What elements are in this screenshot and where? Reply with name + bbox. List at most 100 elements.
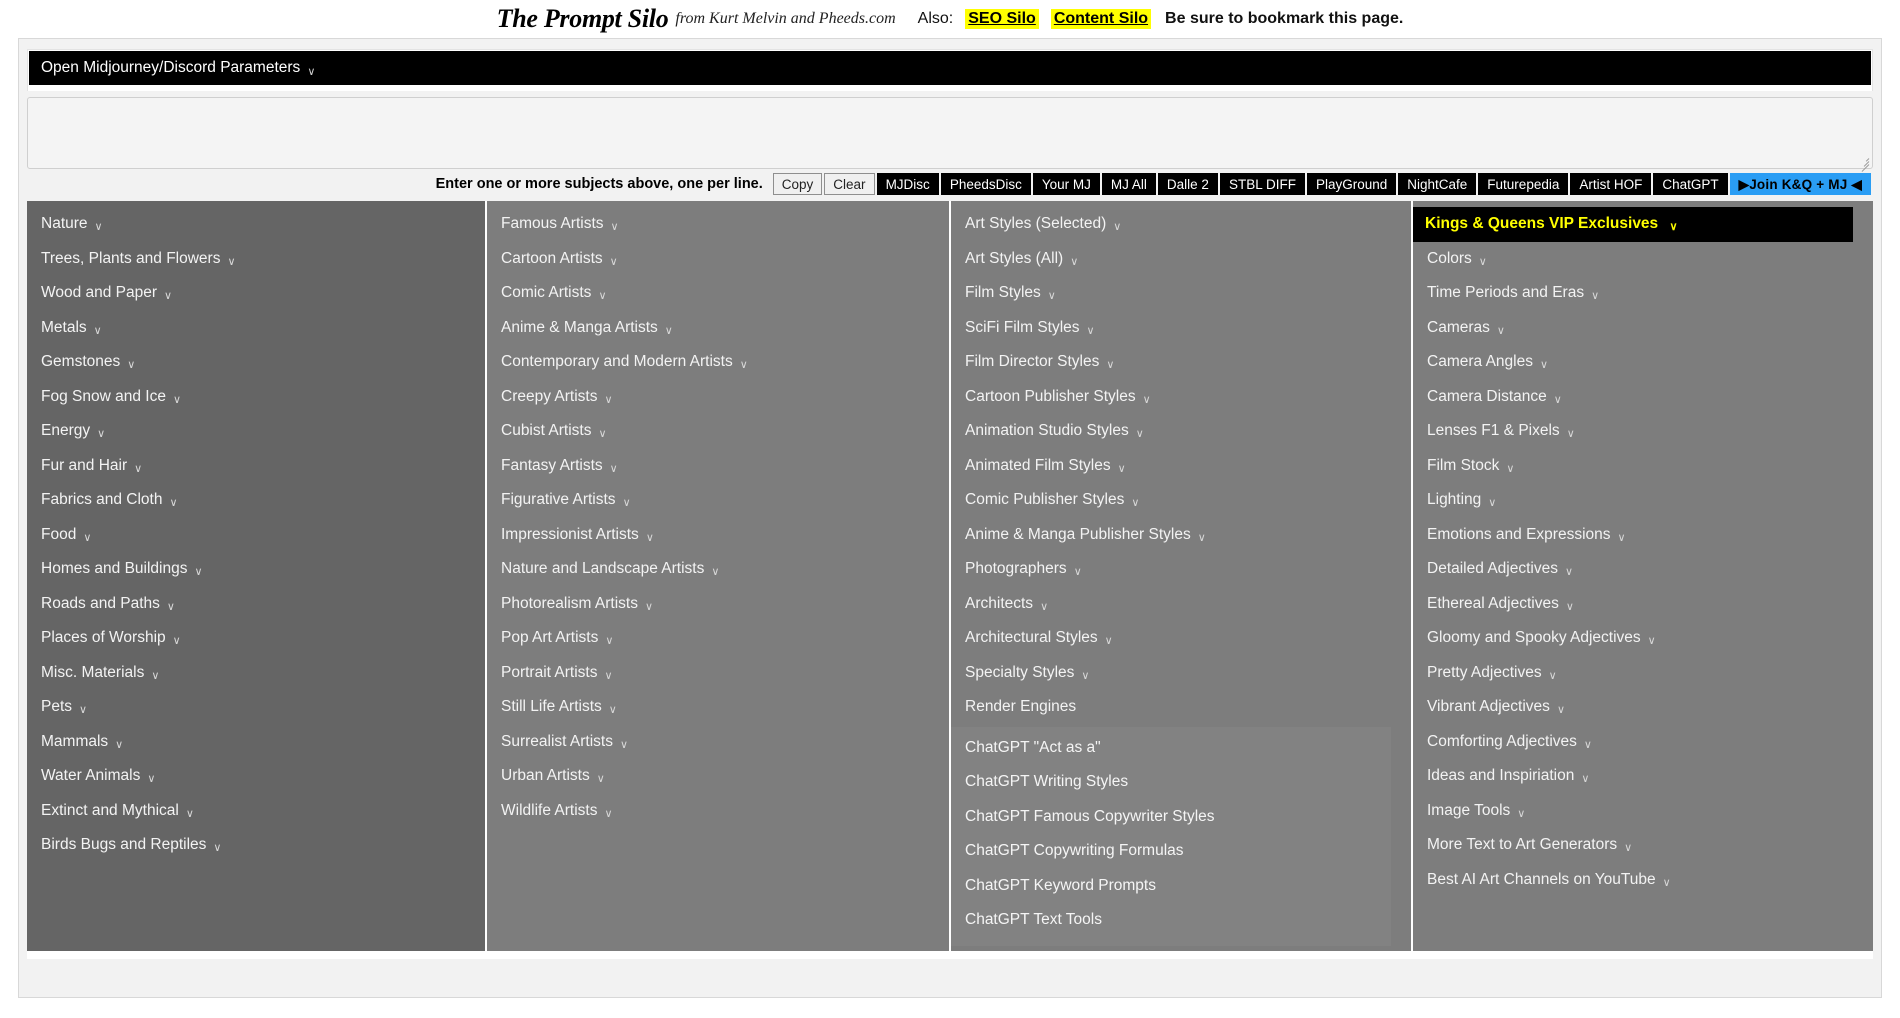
category-item-subject[interactable]: Water Animals ∨ [27,759,485,794]
category-item-style[interactable]: Photographers ∨ [951,552,1411,587]
category-item-camera[interactable]: Cameras ∨ [1413,311,1873,346]
category-item-subject[interactable]: Fabrics and Cloth ∨ [27,483,485,518]
category-item-artist[interactable]: Comic Artists ∨ [487,276,949,311]
category-item-artist[interactable]: Still Life Artists ∨ [487,690,949,725]
category-item-style[interactable]: Animation Studio Styles ∨ [951,414,1411,449]
category-item-camera[interactable]: Time Periods and Eras ∨ [1413,276,1873,311]
category-item-artist[interactable]: Nature and Landscape Artists ∨ [487,552,949,587]
category-item-chatgpt[interactable]: ChatGPT Writing Styles [951,765,1391,800]
category-item-subject[interactable]: Homes and Buildings ∨ [27,552,485,587]
join-kq-mj-button[interactable]: ▶Join K&Q + MJ ◀ [1729,173,1871,195]
category-item-subject[interactable]: Places of Worship ∨ [27,621,485,656]
category-item-subject[interactable]: Food ∨ [27,518,485,553]
category-item-artist[interactable]: Cartoon Artists ∨ [487,242,949,277]
category-item-subject[interactable]: Fog Snow and Ice ∨ [27,380,485,415]
category-item-subject[interactable]: Roads and Paths ∨ [27,587,485,622]
category-item-subject[interactable]: Gemstones ∨ [27,345,485,380]
pheedsdisc-button[interactable]: PheedsDisc [940,173,1031,195]
subject-input[interactable] [28,98,1872,168]
category-item-style[interactable]: Art Styles (All) ∨ [951,242,1411,277]
category-item-chatgpt[interactable]: ChatGPT "Act as a" [951,731,1391,766]
futurepedia-button[interactable]: Futurepedia [1478,173,1569,195]
category-item-artist[interactable]: Wildlife Artists ∨ [487,794,949,829]
kings-queens-vip-exclusives-item[interactable]: Kings & Queens VIP Exclusives ∨ [1413,207,1853,242]
category-item-artist[interactable]: Fantasy Artists ∨ [487,449,949,484]
clear-button[interactable]: Clear [824,173,875,195]
category-item-subject[interactable]: Birds Bugs and Reptiles ∨ [27,828,485,863]
seo-silo-link[interactable]: SEO Silo [965,9,1039,29]
content-silo-link[interactable]: Content Silo [1050,9,1152,29]
category-item-artist[interactable]: Figurative Artists ∨ [487,483,949,518]
category-item-camera[interactable]: Pretty Adjectives ∨ [1413,656,1873,691]
category-item-style[interactable]: Art Styles (Selected) ∨ [951,207,1411,242]
category-item-camera[interactable]: Emotions and Expressions ∨ [1413,518,1873,553]
category-item-style[interactable]: Cartoon Publisher Styles ∨ [951,380,1411,415]
category-item-label: Architectural Styles [965,629,1098,646]
category-item-artist[interactable]: Creepy Artists ∨ [487,380,949,415]
category-item-artist[interactable]: Portrait Artists ∨ [487,656,949,691]
category-item-artist[interactable]: Contemporary and Modern Artists ∨ [487,345,949,380]
nightcafe-button[interactable]: NightCafe [1398,173,1477,195]
copy-button[interactable]: Copy [772,173,823,195]
chevron-down-icon: ∨ [169,497,178,509]
category-item-camera[interactable]: Ideas and Inspiriation ∨ [1413,759,1873,794]
playground-button[interactable]: PlayGround [1306,173,1397,195]
category-item-camera[interactable]: Detailed Adjectives ∨ [1413,552,1873,587]
category-item-style[interactable]: SciFi Film Styles ∨ [951,311,1411,346]
mj-all-button[interactable]: MJ All [1101,173,1156,195]
category-item-style[interactable]: Architectural Styles ∨ [951,621,1411,656]
your-mj-button[interactable]: Your MJ [1032,173,1100,195]
category-item-style[interactable]: Film Director Styles ∨ [951,345,1411,380]
category-item-camera[interactable]: Lenses F1 & Pixels ∨ [1413,414,1873,449]
dalle-2-button[interactable]: Dalle 2 [1157,173,1218,195]
category-item-style[interactable]: Film Styles ∨ [951,276,1411,311]
category-item-subject[interactable]: Pets ∨ [27,690,485,725]
category-item-chatgpt[interactable]: ChatGPT Text Tools [951,903,1391,938]
subject-textarea-wrapper[interactable] [27,97,1873,172]
category-item-artist[interactable]: Famous Artists ∨ [487,207,949,242]
category-item-style[interactable]: Comic Publisher Styles ∨ [951,483,1411,518]
category-item-artist[interactable]: Photorealism Artists ∨ [487,587,949,622]
mjdisc-button[interactable]: MJDisc [876,173,939,195]
category-item-chatgpt[interactable]: ChatGPT Copywriting Formulas [951,834,1391,869]
category-item-chatgpt[interactable]: ChatGPT Keyword Prompts [951,869,1391,904]
category-item-camera[interactable]: Gloomy and Spooky Adjectives ∨ [1413,621,1873,656]
category-item-subject[interactable]: Misc. Materials ∨ [27,656,485,691]
category-item-camera[interactable]: Vibrant Adjectives ∨ [1413,690,1873,725]
category-item-camera[interactable]: Camera Angles ∨ [1413,345,1873,380]
category-item-subject[interactable]: Extinct and Mythical ∨ [27,794,485,829]
category-item-subject[interactable]: Energy ∨ [27,414,485,449]
category-item-camera[interactable]: Lighting ∨ [1413,483,1873,518]
category-item-subject[interactable]: Nature ∨ [27,207,485,242]
open-midjourney-discord-parameters-bar[interactable]: Open Midjourney/Discord Parameters ∨ [29,51,1871,85]
chatgpt-button[interactable]: ChatGPT [1653,173,1728,195]
stbl-diff-button[interactable]: STBL DIFF [1219,173,1305,195]
category-item-chatgpt[interactable]: ChatGPT Famous Copywriter Styles [951,800,1391,835]
category-item-artist[interactable]: Anime & Manga Artists ∨ [487,311,949,346]
category-item-artist[interactable]: Impressionist Artists ∨ [487,518,949,553]
category-item-artist[interactable]: Pop Art Artists ∨ [487,621,949,656]
category-item-camera[interactable]: Image Tools ∨ [1413,794,1873,829]
category-item-camera[interactable]: Ethereal Adjectives ∨ [1413,587,1873,622]
category-item-style[interactable]: Anime & Manga Publisher Styles ∨ [951,518,1411,553]
category-item-subject[interactable]: Wood and Paper ∨ [27,276,485,311]
category-item-artist[interactable]: Surrealist Artists ∨ [487,725,949,760]
category-item-style[interactable]: Specialty Styles ∨ [951,656,1411,691]
category-item-camera[interactable]: Comforting Adjectives ∨ [1413,725,1873,760]
category-item-camera[interactable]: Colors ∨ [1413,242,1873,277]
category-item-camera[interactable]: More Text to Art Generators ∨ [1413,828,1873,863]
category-item-camera[interactable]: Film Stock ∨ [1413,449,1873,484]
category-item-subject[interactable]: Mammals ∨ [27,725,485,760]
category-item-subject[interactable]: Fur and Hair ∨ [27,449,485,484]
category-item-style[interactable]: Architects ∨ [951,587,1411,622]
artist-hof-button[interactable]: Artist HOF [1570,173,1652,195]
site-byline: from Kurt Melvin and Pheeds.com [675,10,896,27]
category-item-subject[interactable]: Trees, Plants and Flowers ∨ [27,242,485,277]
category-item-camera[interactable]: Best AI Art Channels on YouTube ∨ [1413,863,1873,898]
category-item-camera[interactable]: Camera Distance ∨ [1413,380,1873,415]
category-item-subject[interactable]: Metals ∨ [27,311,485,346]
category-item-style[interactable]: Animated Film Styles ∨ [951,449,1411,484]
category-item-artist[interactable]: Cubist Artists ∨ [487,414,949,449]
category-item-artist[interactable]: Urban Artists ∨ [487,759,949,794]
category-item-style[interactable]: Render Engines [951,690,1411,725]
